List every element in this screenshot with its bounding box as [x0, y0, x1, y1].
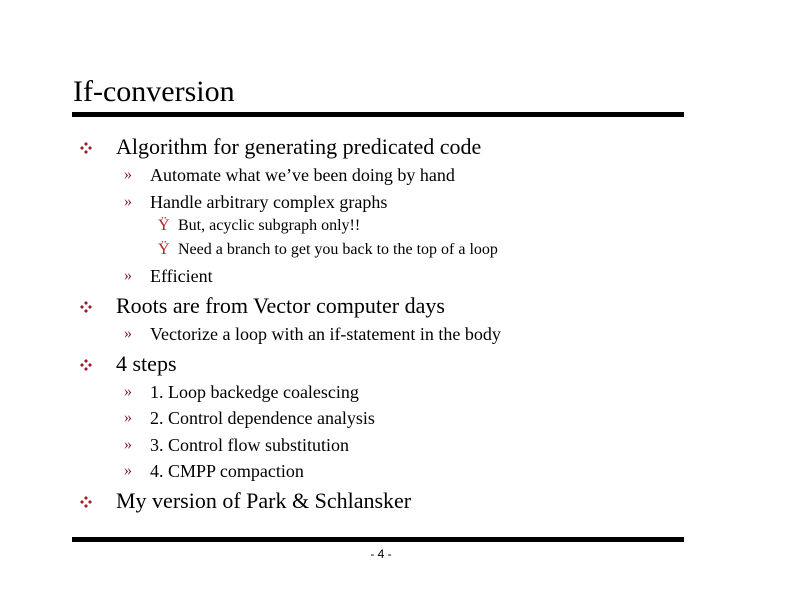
double-chevron-bullet-icon: » — [124, 325, 132, 342]
step-text: 2. Control dependence analysis — [150, 408, 375, 428]
double-chevron-bullet-icon: » — [124, 383, 132, 400]
slide-title: If-conversion — [73, 75, 235, 108]
four-diamond-bullet-icon — [80, 142, 92, 154]
four-diamond-bullet-icon — [80, 359, 92, 371]
double-chevron-bullet-icon: » — [124, 462, 132, 479]
slide: If-conversion Algorithm for generating p… — [0, 0, 792, 612]
sub-bullet-text: Vectorize a loop with an if-statement in… — [150, 324, 501, 344]
bullet-text: 4 steps — [116, 351, 177, 376]
step-text: 4. CMPP compaction — [150, 461, 304, 481]
double-chevron-bullet-icon: » — [124, 193, 132, 210]
four-diamond-bullet-icon — [80, 496, 92, 508]
sub-bullet-text: Automate what we’ve been doing by hand — [150, 165, 455, 185]
y-diaeresis-bullet-icon: Ÿ — [158, 217, 170, 234]
page-number: - 4 - — [370, 547, 392, 561]
step-text: 3. Control flow substitution — [150, 435, 350, 455]
step-text: 1. Loop backedge coalescing — [150, 382, 359, 402]
sub-bullet-text: Efficient — [150, 266, 213, 286]
sub-sub-bullet-text: But, acyclic subgraph only!! — [178, 217, 361, 234]
bullet-text: My version of Park & Schlansker — [116, 488, 412, 513]
four-diamond-bullet-icon — [80, 301, 92, 313]
bullet-text: Roots are from Vector computer days — [116, 293, 445, 318]
double-chevron-bullet-icon: » — [124, 267, 132, 284]
title-rule — [72, 112, 684, 117]
double-chevron-bullet-icon: » — [124, 436, 132, 453]
footer-rule — [72, 537, 684, 542]
double-chevron-bullet-icon: » — [124, 409, 132, 426]
sub-bullet-text: Handle arbitrary complex graphs — [150, 192, 388, 212]
bullet-text: Algorithm for generating predicated code — [116, 134, 482, 159]
sub-sub-bullet-text: Need a branch to get you back to the top… — [178, 241, 498, 258]
double-chevron-bullet-icon: » — [124, 166, 132, 183]
y-diaeresis-bullet-icon: Ÿ — [158, 241, 170, 258]
